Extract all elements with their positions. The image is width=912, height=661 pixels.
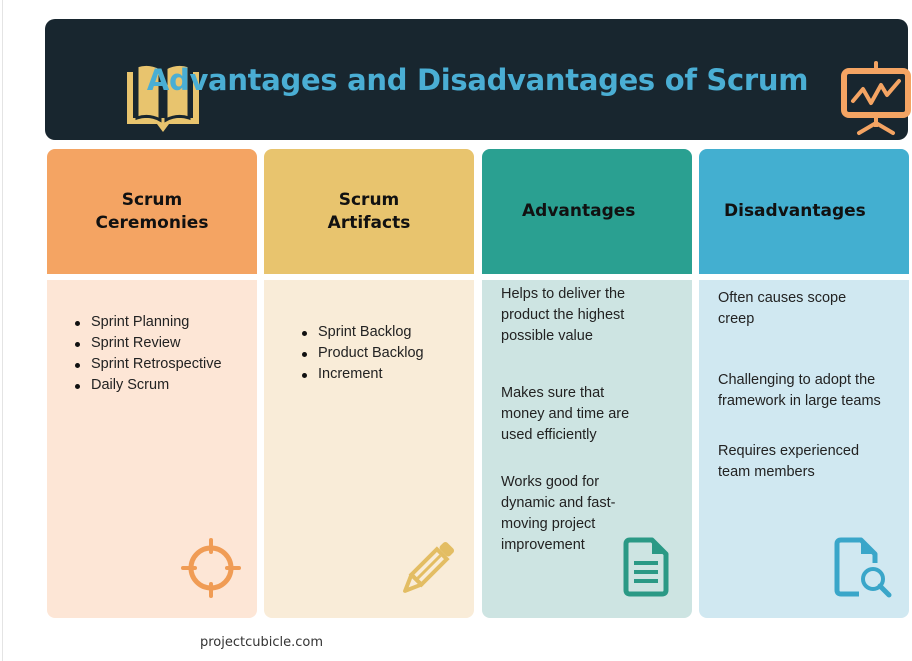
column-title-line2: Artifacts [327,212,411,233]
document-search-icon [834,537,892,598]
column-scrum-ceremonies: Scrum Ceremonies Sprint Planning Sprint … [47,149,257,618]
page-title: Advantages and Disadvantages of Scrum [146,62,809,97]
list-item: Increment [300,364,424,385]
list-item: Sprint Planning [73,312,222,333]
advantage-item: Makes sure that money and time are used … [501,385,630,443]
list-item: Daily Scrum [73,375,222,396]
column-title-line2: Ceremonies [95,212,209,233]
list-item: Sprint Backlog [300,322,424,343]
advantage-item: Helps to deliver the product the highest… [501,286,626,344]
column-header: Advantages [482,149,692,274]
title-banner: Advantages and Disadvantages of Scrum [45,19,911,140]
column-header: Scrum Ceremonies [47,149,257,274]
artifacts-list: Sprint Backlog Product Backlog Increment [300,322,424,385]
column-body: Often causes scope creep Challenging to … [699,280,909,618]
column-title-line1: Scrum [338,189,400,210]
column-disadvantages: Disadvantages Often causes scope creep C… [699,149,909,618]
crosshair-target-icon [181,538,241,598]
disadvantage-item: Often causes scope creep [718,290,847,327]
list-item: Sprint Review [73,333,222,354]
column-body: Helps to deliver the product the highest… [482,280,692,618]
column-advantages: Advantages Helps to deliver the product … [482,149,692,618]
column-scrum-artifacts: Scrum Artifacts Sprint Backlog Product B… [264,149,474,618]
column-body: Sprint Planning Sprint Review Sprint Ret… [47,280,257,618]
list-item: Sprint Retrospective [73,354,222,375]
column-body: Sprint Backlog Product Backlog Increment [264,280,474,618]
ceremonies-list: Sprint Planning Sprint Review Sprint Ret… [73,312,222,396]
list-item: Product Backlog [300,343,424,364]
disadvantage-item: Challenging to adopt the framework in la… [718,372,881,409]
document-icon [623,537,669,597]
column-header: Disadvantages [699,149,909,274]
page-edge-line [2,0,3,661]
disadvantage-item: Requires experienced team members [718,443,860,480]
column-header: Scrum Artifacts [264,149,474,274]
pencil-icon [403,541,455,593]
footer-source: projectcubicle.com [200,635,324,650]
column-title-line1: Scrum [121,189,183,210]
column-title: Advantages [522,201,636,221]
column-title: Disadvantages [724,201,866,221]
presentation-chart-icon [841,61,911,135]
